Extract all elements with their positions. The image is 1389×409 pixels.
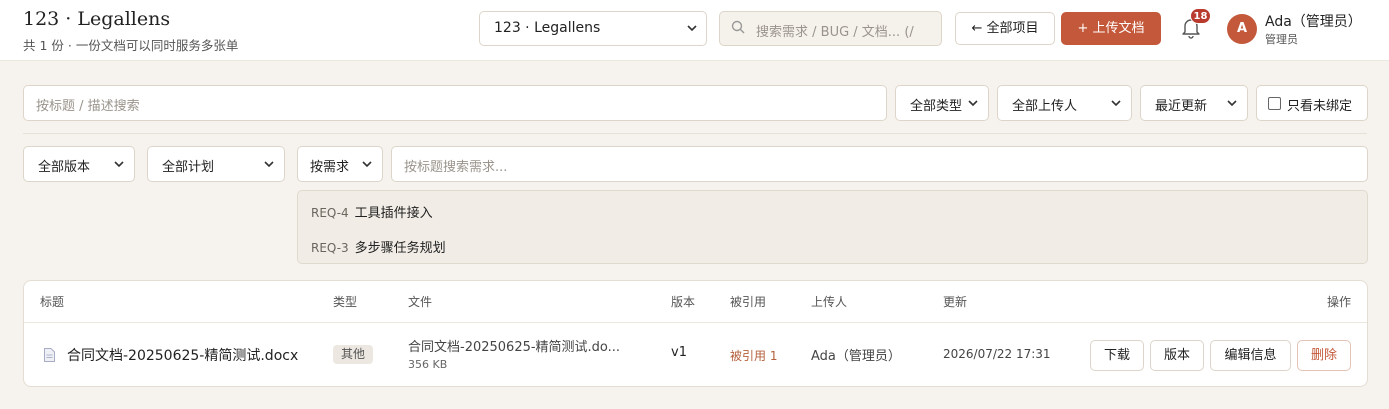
chevron-down-icon — [263, 157, 275, 176]
requirement-key: REQ-4 — [311, 206, 349, 220]
requirement-list: REQ-4 工具插件接入 REQ-3 多步骤任务规划 — [297, 190, 1368, 264]
chevron-down-icon — [686, 12, 698, 58]
column-header-title: 标题 — [40, 295, 65, 309]
sort-select[interactable]: 最近更新 — [1140, 85, 1248, 121]
file-size: 356 KB — [408, 358, 448, 371]
unbound-only-label: 只看未绑定 — [1287, 99, 1353, 114]
unbound-only-toggle[interactable]: 只看未绑定 — [1256, 85, 1368, 121]
uploader-filter-select[interactable]: 全部上传人 — [997, 85, 1132, 121]
column-header-updated: 更新 — [943, 295, 968, 309]
column-header-actions: 操作 — [1327, 295, 1352, 309]
back-to-projects-button[interactable]: ← 全部项目 — [955, 12, 1055, 45]
title-search-placeholder: 按标题 / 描述搜索 — [36, 99, 140, 114]
chevron-down-icon — [113, 157, 125, 176]
document-title-link[interactable]: 合同文档-20250625-精简测试.docx — [67, 345, 298, 365]
global-search-placeholder: 搜索需求 / BUG / 文档... (/ — [756, 25, 914, 40]
uploader-filter-value: 全部上传人 — [1012, 99, 1078, 114]
requirement-search-input[interactable]: 按标题搜索需求... — [391, 146, 1368, 182]
refs-link[interactable]: 被引用 1 — [730, 347, 777, 364]
file-name: 合同文档-20250625-精简测试.do... — [408, 340, 621, 355]
requirement-search-placeholder: 按标题搜索需求... — [404, 160, 508, 175]
unbound-only-checkbox[interactable] — [1268, 97, 1281, 110]
column-header-uploader: 上传人 — [811, 295, 848, 309]
project-select[interactable]: 123 · Legallens — [479, 11, 707, 46]
documents-table: 标题 类型 文件 版本 被引用 上传人 更新 操作 合同文档-20250625-… — [23, 280, 1368, 387]
list-item[interactable]: REQ-4 工具插件接入 — [311, 202, 433, 221]
user-role: 管理员 — [1265, 33, 1298, 46]
delete-button[interactable]: 删除 — [1297, 340, 1351, 371]
version-filter-value: 全部版本 — [38, 160, 91, 175]
version-filter-select[interactable]: 全部版本 — [23, 146, 135, 182]
chevron-down-icon — [967, 96, 979, 115]
divider — [24, 322, 1367, 323]
download-button[interactable]: 下载 — [1090, 340, 1144, 371]
page-title: 123 · Legallens — [23, 8, 171, 30]
type-badge: 其他 — [333, 345, 374, 364]
title-search-input[interactable]: 按标题 / 描述搜索 — [23, 85, 887, 121]
sort-value: 最近更新 — [1155, 99, 1208, 114]
upload-document-button[interactable]: + 上传文档 — [1061, 12, 1161, 45]
requirement-key: REQ-3 — [311, 241, 349, 255]
top-header: 123 · Legallens 共 1 份 · 一份文档可以同时服务多张单 12… — [0, 0, 1389, 61]
chevron-down-icon — [1110, 96, 1122, 115]
chevron-down-icon — [361, 157, 373, 176]
type-filter-select[interactable]: 全部类型 — [895, 85, 989, 121]
filter-by-value: 按需求 — [310, 160, 350, 175]
column-header-version: 版本 — [671, 295, 696, 309]
filter-by-select[interactable]: 按需求 — [297, 146, 383, 182]
search-icon — [731, 20, 745, 34]
edit-info-button[interactable]: 编辑信息 — [1210, 340, 1291, 371]
column-header-refs: 被引用 — [730, 295, 767, 309]
chevron-down-icon — [1226, 96, 1238, 115]
type-filter-value: 全部类型 — [910, 99, 963, 114]
notification-badge: 18 — [1190, 8, 1211, 24]
column-header-file: 文件 — [408, 295, 433, 309]
page-subtitle: 共 1 份 · 一份文档可以同时服务多张单 — [23, 38, 239, 53]
divider — [23, 133, 1367, 134]
global-search-input[interactable]: 搜索需求 / BUG / 文档... (/ — [719, 11, 942, 46]
requirement-title: 工具插件接入 — [354, 206, 433, 221]
document-icon — [44, 348, 55, 362]
version-button[interactable]: 版本 — [1150, 340, 1204, 371]
plan-filter-value: 全部计划 — [162, 160, 215, 175]
uploader-value: Ada（管理员） — [811, 349, 901, 364]
user-name: Ada（管理员） — [1265, 14, 1362, 30]
project-select-value: 123 · Legallens — [494, 20, 601, 36]
version-value: v1 — [671, 345, 687, 360]
plan-filter-select[interactable]: 全部计划 — [147, 146, 285, 182]
updated-value: 2026/07/22 17:31 — [943, 347, 1051, 361]
requirement-title: 多步骤任务规划 — [354, 241, 446, 256]
avatar[interactable]: A — [1227, 14, 1257, 44]
column-header-type: 类型 — [333, 295, 358, 309]
list-item[interactable]: REQ-3 多步骤任务规划 — [311, 237, 446, 256]
